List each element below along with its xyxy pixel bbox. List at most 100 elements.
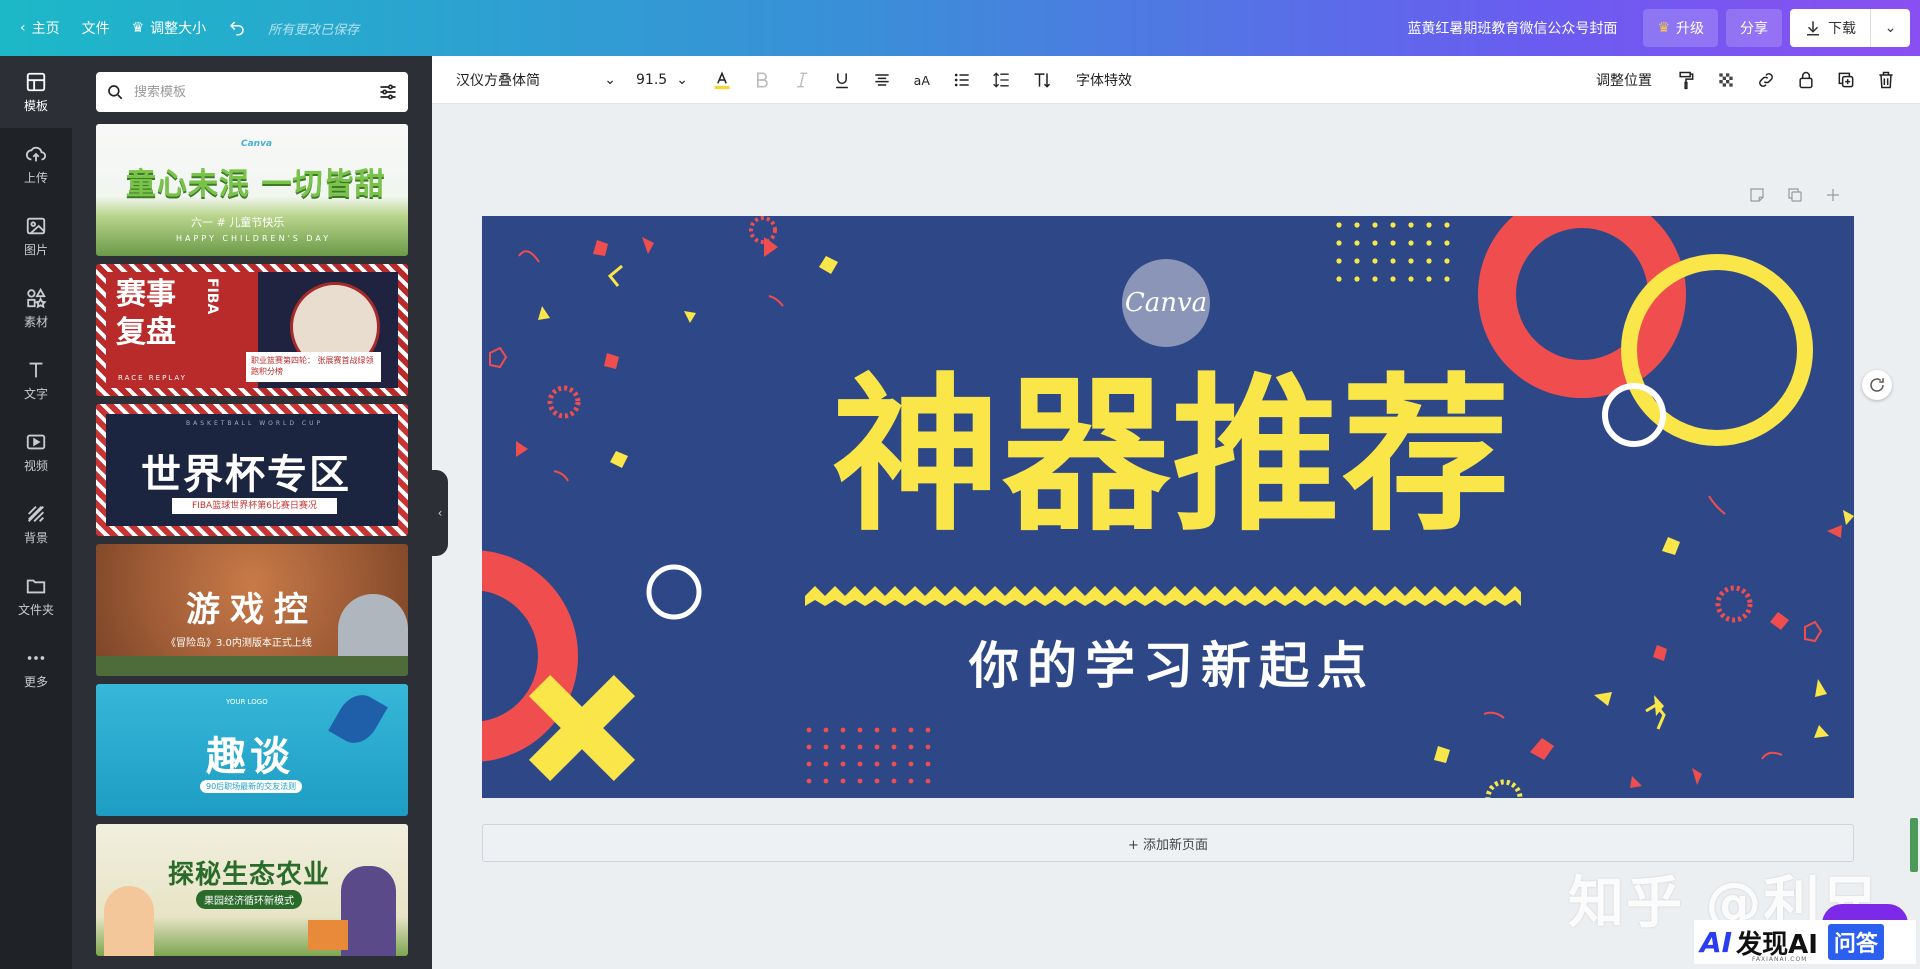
template-title: 趣谈 xyxy=(206,734,294,780)
underline-button[interactable] xyxy=(822,56,862,104)
list-icon xyxy=(954,73,969,86)
file-label: 文件 xyxy=(81,21,110,37)
font-family-select[interactable]: 汉仪方叠体简 ⌄ xyxy=(456,70,616,90)
template-panel: Canva 童心未泯 一切皆甜 六一 # 儿童节快乐 HAPPY CHILDRE… xyxy=(72,56,432,969)
subline-text[interactable]: 你的学习新起点 xyxy=(792,626,1552,698)
rail-label: 更多 xyxy=(23,674,48,689)
text-color-button[interactable] xyxy=(702,56,742,104)
template-thumbnail[interactable]: BASKETBALL WORLD CUP 世界杯专区 FIBA篮球世界杯第6比赛… xyxy=(96,404,408,536)
page-controls xyxy=(1748,186,1842,204)
rail-item-images[interactable]: 图片 xyxy=(0,200,72,272)
rail-item-upload[interactable]: 上传 xyxy=(0,128,72,200)
add-page-button[interactable]: + 添加新页面 xyxy=(482,824,1854,862)
template-title-line: 复盘 xyxy=(116,315,176,350)
text-effects-button[interactable]: 字体特效 xyxy=(1076,70,1132,90)
text-resize-button[interactable] xyxy=(1022,56,1062,104)
italic-icon xyxy=(797,72,807,87)
brand-badge-label: 问答 xyxy=(1827,924,1884,960)
rail-item-folder[interactable]: 文件夹 xyxy=(0,560,72,632)
zigzag-divider xyxy=(805,586,1521,606)
template-search xyxy=(96,72,408,112)
font-family-value: 汉仪方叠体简 xyxy=(456,72,540,89)
italic-button[interactable] xyxy=(782,56,822,104)
font-size-select[interactable]: 91.5 ⌄ xyxy=(636,72,688,88)
crown-icon: ♛ xyxy=(131,20,145,36)
link-button[interactable] xyxy=(1746,56,1786,104)
rail-label: 文件夹 xyxy=(17,602,54,617)
letter-case-button[interactable]: aA xyxy=(902,56,942,104)
template-subtitle: 果园经济循环新模式 xyxy=(196,890,302,909)
download-button[interactable]: 下载 xyxy=(1790,9,1870,47)
filter-icon[interactable] xyxy=(378,82,398,102)
collapse-panel-button[interactable]: ‹ xyxy=(432,470,448,556)
add-page-icon[interactable] xyxy=(1824,186,1842,204)
design-canvas[interactable]: Canva 神器推荐 你的学习新起点 xyxy=(482,216,1854,798)
text-color-icon xyxy=(714,70,730,89)
leaf-graphic xyxy=(328,687,388,751)
spacing-button[interactable] xyxy=(982,56,1022,104)
template-title: 童心未泯 一切皆甜 xyxy=(126,167,386,202)
home-button[interactable]: ‹ 主页 xyxy=(20,18,60,38)
list-button[interactable] xyxy=(942,56,982,104)
transparency-button[interactable] xyxy=(1706,56,1746,104)
template-subtitle: 《冒险岛》3.0内测版本正式上线 xyxy=(166,638,312,649)
video-icon xyxy=(26,434,46,449)
template-title-line: 赛事 xyxy=(116,277,176,312)
rail-label: 视频 xyxy=(23,458,48,473)
template-thumbnail[interactable]: 探秘生态农业 果园经济循环新模式 xyxy=(96,824,408,956)
template-list: Canva 童心未泯 一切皆甜 六一 # 儿童节快乐 HAPPY CHILDRE… xyxy=(96,124,408,964)
red-dot-grid xyxy=(806,727,931,784)
template-thumbnail[interactable]: 赛事 复盘 FIBA 职业篮赛第四轮： 张展赛首战绿领跑积分榜 RACE REP… xyxy=(96,264,408,396)
link-icon xyxy=(1759,72,1773,87)
note-icon[interactable] xyxy=(1748,186,1766,204)
brand-badge: AI 发现AI 问答 FAXIANAI.COM xyxy=(1694,920,1916,964)
search-icon xyxy=(108,85,123,100)
rail-item-video[interactable]: 视频 xyxy=(0,416,72,488)
template-thumbnail[interactable]: YOUR LOGO 趣谈 90后职场最新的交友法则 xyxy=(96,684,408,816)
document-title[interactable]: 蓝黄红暑期班教育微信公众号封面 xyxy=(1407,18,1617,38)
duplicate-button[interactable] xyxy=(1826,56,1866,104)
lock-button[interactable] xyxy=(1786,56,1826,104)
template-logo: YOUR LOGO xyxy=(226,698,268,706)
share-button[interactable]: 分享 xyxy=(1726,9,1782,47)
farmer-graphic xyxy=(341,866,396,956)
copy-page-icon[interactable] xyxy=(1786,186,1804,204)
bold-button[interactable] xyxy=(742,56,782,104)
rail-label: 模板 xyxy=(23,98,48,113)
rotate-icon xyxy=(1870,378,1884,392)
template-title: 赛事 复盘 xyxy=(116,276,176,352)
rotate-button[interactable] xyxy=(1862,370,1892,400)
spacing-icon xyxy=(993,71,1009,88)
rail-item-elements[interactable]: 素材 xyxy=(0,272,72,344)
upgrade-button[interactable]: ♛ 升级 xyxy=(1643,9,1718,47)
position-button[interactable]: 调整位置 xyxy=(1596,70,1652,90)
duplicate-icon xyxy=(1838,72,1854,87)
resize-button[interactable]: ♛ 调整大小 xyxy=(132,18,207,38)
canva-logo[interactable]: Canva xyxy=(1122,259,1210,347)
scrollbar[interactable] xyxy=(1910,818,1918,872)
more-icon xyxy=(27,655,45,660)
search-input[interactable] xyxy=(134,84,368,100)
paint-roller-icon xyxy=(1679,71,1694,89)
headline-text[interactable]: 神器推荐 xyxy=(792,366,1552,546)
template-tagline: BASKETBALL WORLD CUP xyxy=(186,420,324,427)
template-thumbnail[interactable]: Canva 童心未泯 一切皆甜 六一 # 儿童节快乐 HAPPY CHILDRE… xyxy=(96,124,408,256)
template-subtitle: 90后职场最新的交友法则 xyxy=(200,780,303,793)
rail-label: 上传 xyxy=(23,170,48,185)
rail-item-templates[interactable]: 模板 xyxy=(0,56,72,128)
girl-graphic xyxy=(104,886,154,956)
crate-graphic xyxy=(308,920,348,950)
text-icon xyxy=(29,362,43,377)
undo-button[interactable] xyxy=(228,19,246,37)
align-button[interactable] xyxy=(862,56,902,104)
copy-style-button[interactable] xyxy=(1666,56,1706,104)
font-size-value: 91.5 xyxy=(636,71,668,88)
rail-item-text[interactable]: 文字 xyxy=(0,344,72,416)
rail-item-background[interactable]: 背景 xyxy=(0,488,72,560)
delete-button[interactable] xyxy=(1866,56,1906,104)
rail-item-more[interactable]: 更多 xyxy=(0,632,72,704)
template-thumbnail[interactable]: 游戏控 《冒险岛》3.0内测版本正式上线 xyxy=(96,544,408,676)
chevron-left-icon: ‹ xyxy=(20,20,26,36)
file-menu[interactable]: 文件 xyxy=(82,18,110,38)
download-options-button[interactable]: ⌄ xyxy=(1870,9,1910,47)
